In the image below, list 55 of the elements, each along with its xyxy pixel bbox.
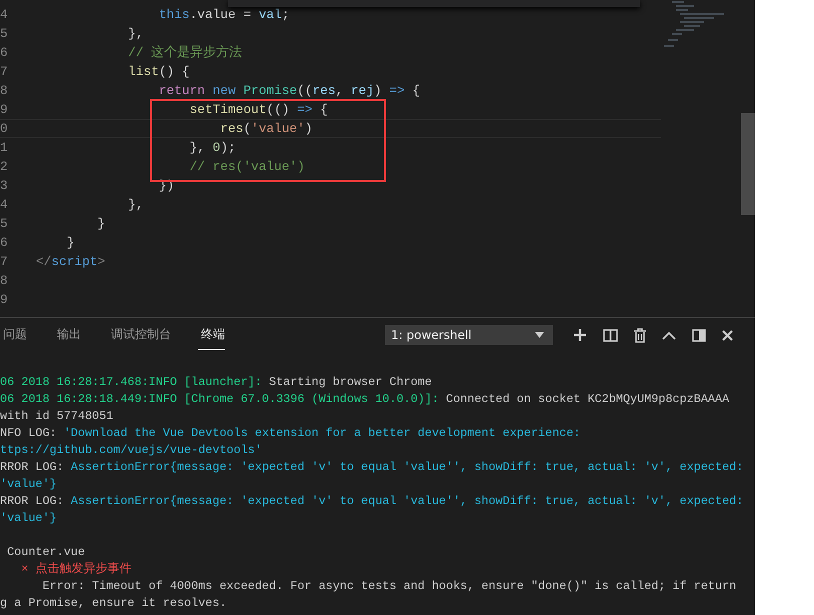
panel-tab[interactable]: 问题	[0, 320, 27, 350]
code-line: }, 0);	[188, 140, 236, 155]
code-line: list() {	[127, 64, 190, 79]
terminal-line: Counter.vue	[6, 544, 86, 561]
line-number: 4	[0, 7, 9, 22]
caret-icon	[535, 332, 544, 338]
panel-tab[interactable]: 终端	[198, 320, 225, 350]
plus-icon[interactable]	[573, 328, 587, 342]
trash-icon[interactable]	[634, 328, 646, 342]
line-number: 3	[0, 178, 9, 193]
line-number: 6	[0, 235, 9, 250]
terminal-line: ttps://github.com/vuejs/vue-devtools'	[0, 442, 263, 459]
line-number: 8	[0, 273, 9, 288]
line-number: 2	[0, 159, 9, 174]
line-number: 7	[0, 254, 9, 269]
code-line: },	[127, 197, 144, 212]
panel-tab[interactable]: 调试控制台	[108, 320, 171, 350]
code-line: res('value')	[219, 121, 312, 136]
code-line: }	[96, 216, 106, 231]
terminal-line: 06 2018 16:28:18.449:INFO [Chrome 67.0.3396 (Windows 10.0.0)]: Connected on socket KC2bMQyUM9p8cpzBAAAA	[0, 391, 730, 408]
code-line: // 这个是异步方法	[127, 44, 242, 61]
code-line: return new Promise((res, rej) => {	[158, 83, 420, 98]
code-line: this.value = val;	[158, 7, 290, 22]
line-number: 9	[0, 292, 9, 307]
split-icon[interactable]	[603, 328, 618, 342]
line-number: 7	[0, 64, 9, 79]
close-icon[interactable]	[722, 330, 733, 340]
line-number: 5	[0, 26, 9, 41]
chevron-up-icon[interactable]	[662, 330, 676, 340]
panel-layout-icon[interactable]	[692, 328, 706, 342]
line-number: 4	[0, 197, 9, 212]
line-number: 0	[0, 121, 9, 136]
line-number: 1	[0, 140, 9, 155]
code-line: </script>	[36, 254, 106, 269]
terminal-line: Error: Timeout of 4000ms exceeded. For async tests and hooks, ensure "done()" is called; if return	[41, 578, 738, 595]
terminal-line: 06 2018 16:28:17.468:INFO [launcher]: Starting browser Chrome	[0, 374, 433, 391]
line-number: 6	[0, 45, 9, 60]
code-line: }	[66, 235, 74, 250]
terminal-select[interactable]: 1: powershell	[385, 325, 553, 345]
terminal-line: with id 57748051	[0, 408, 114, 425]
line-number: 8	[0, 83, 9, 98]
terminal-line: RROR LOG: AssertionError{message: 'expected 'v' to equal 'value'', showDiff: true, actual: 'v', expected:	[0, 459, 744, 476]
line-number: 5	[0, 216, 9, 231]
code-line: // res('value')	[188, 159, 305, 174]
line-number: 9	[0, 102, 9, 117]
terminal-line: g a Promise, ensure it resolves.	[0, 595, 228, 612]
terminal-line: RROR LOG: AssertionError{message: 'expected 'v' to equal 'value'', showDiff: true, actual: 'v', expected:	[0, 493, 744, 510]
code-line: },	[127, 26, 144, 41]
terminal-line: 'value'}	[0, 476, 58, 493]
code-line: setTimeout(() => {	[188, 102, 328, 117]
terminal-line: 'value'}	[0, 510, 58, 527]
terminal-line: NFO LOG: 'Download the Vue Devtools extension for a better development experience:	[0, 425, 582, 442]
scrollbar-thumb[interactable]	[741, 113, 755, 215]
terminal-line: × 点击触发异步事件	[20, 561, 132, 578]
panel-tab[interactable]: 输出	[54, 320, 81, 350]
